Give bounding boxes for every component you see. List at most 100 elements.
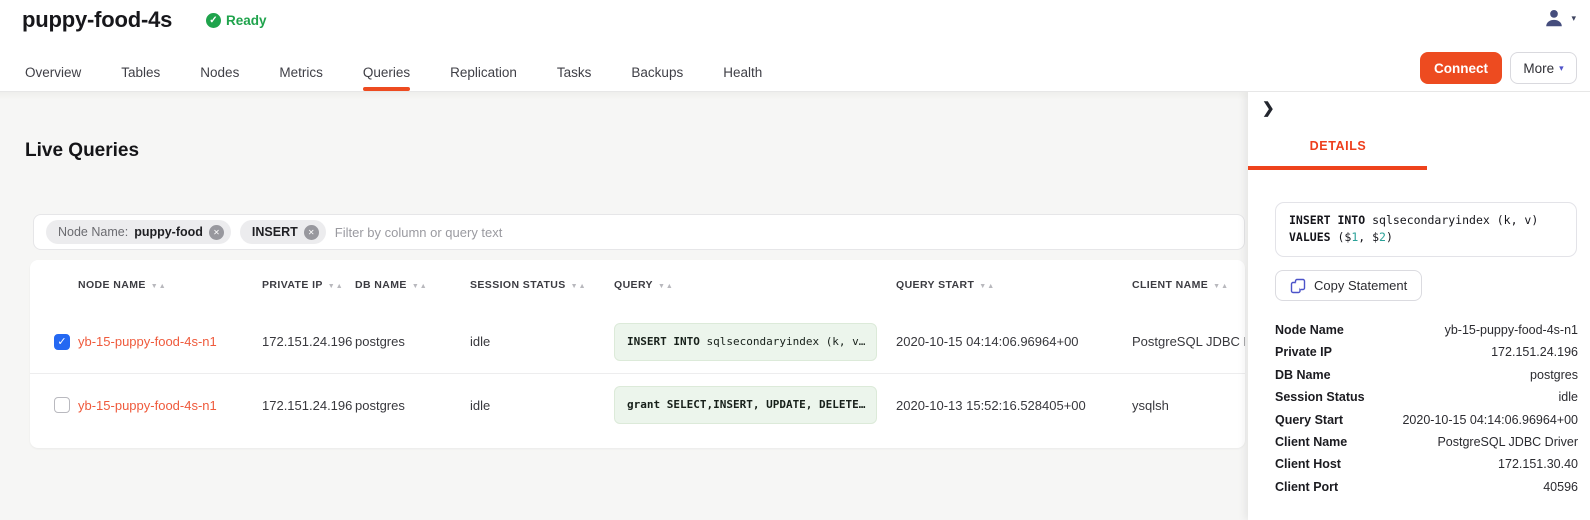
query-statement-pill[interactable]: grant SELECT,INSERT, UPDATE, DELETE… [614, 386, 877, 424]
detail-label: Private IP [1275, 345, 1332, 359]
client-name-cell: ysqlsh [1122, 398, 1245, 413]
detail-row-query-start: Query Start 2020-10-15 04:14:06.96964+00 [1275, 413, 1578, 435]
tab-bar: Overview Tables Nodes Metrics Queries Re… [25, 53, 762, 91]
session-status-cell: idle [470, 334, 604, 349]
table-row[interactable]: ✓ yb-15-puppy-food-4s-n1 172.151.24.196 … [30, 310, 1245, 373]
sql-line: VALUES ($1, $2) [1289, 229, 1563, 246]
db-name-cell: postgres [355, 334, 470, 349]
sql-text: , $ [1358, 230, 1379, 244]
live-queries-table: NODE NAME ▼▲ PRIVATE IP ▼▲ DB NAME ▼▲ SESSI… [30, 260, 1245, 448]
collapse-panel-icon[interactable]: ❯ [1262, 99, 1275, 117]
column-header-label: QUERY START [896, 279, 974, 291]
user-avatar-icon [1543, 7, 1565, 29]
connect-button[interactable]: Connect [1420, 52, 1502, 84]
copy-icon [1290, 278, 1306, 294]
caret-down-icon: ▾ [1559, 63, 1564, 74]
tab-health[interactable]: Health [723, 53, 762, 91]
node-name-link[interactable]: yb-15-puppy-food-4s-n1 [78, 398, 217, 413]
detail-row-client-name: Client Name PostgreSQL JDBC Driver [1275, 435, 1578, 457]
remove-filter-icon[interactable]: ✕ [304, 225, 319, 240]
sort-icon[interactable]: ▼▲ [1213, 283, 1229, 290]
row-checkbox[interactable] [54, 397, 70, 413]
more-button[interactable]: More ▾ [1510, 52, 1577, 84]
remove-filter-icon[interactable]: ✕ [209, 225, 224, 240]
status-badge: ✓ Ready [206, 13, 267, 28]
query-text: sqlsecondaryindex (k, v… [700, 335, 866, 348]
column-header-client-name[interactable]: CLIENT NAME▼▲ [1122, 279, 1245, 291]
column-header-private-ip[interactable]: PRIVATE IP ▼▲ [262, 279, 355, 291]
db-name-cell: postgres [355, 398, 470, 413]
column-header-db-name[interactable]: DB NAME ▼▲ [355, 279, 470, 291]
detail-value: 2020-10-15 04:14:06.96964+00 [1402, 413, 1578, 427]
detail-label: Node Name [1275, 323, 1344, 337]
tab-metrics[interactable]: Metrics [279, 53, 323, 91]
query-filter-bar[interactable]: Node Name: puppy-food ✕ INSERT ✕ [33, 214, 1245, 250]
detail-value: yb-15-puppy-food-4s-n1 [1445, 323, 1578, 337]
node-name-link[interactable]: yb-15-puppy-food-4s-n1 [78, 334, 217, 349]
column-header-label: NODE NAME [78, 279, 146, 291]
tab-backups[interactable]: Backups [631, 53, 683, 91]
details-tab-underline [1248, 166, 1427, 170]
user-menu[interactable]: ▾ [1543, 7, 1576, 29]
tab-tasks[interactable]: Tasks [557, 53, 592, 91]
filter-input[interactable] [335, 225, 1232, 240]
detail-value: 40596 [1543, 480, 1578, 494]
tab-overview[interactable]: Overview [25, 53, 81, 91]
private-ip-cell: 172.151.24.196 [262, 334, 355, 349]
sql-text: sqlsecondaryindex (k, v) [1365, 213, 1538, 227]
row-checkbox[interactable]: ✓ [54, 334, 70, 350]
detail-label: DB Name [1275, 368, 1331, 382]
query-keyword: grant SELECT,INSERT, UPDATE, DELETE… [627, 398, 865, 411]
sql-keyword: INSERT INTO [1289, 213, 1365, 227]
detail-value: 172.151.30.40 [1498, 457, 1578, 471]
detail-row-session-status: Session Status idle [1275, 390, 1578, 412]
filter-chip-prefix: Node Name: [58, 225, 128, 239]
column-header-query[interactable]: QUERY ▼▲ [604, 279, 886, 291]
column-header-query-start[interactable]: QUERY START ▼▲ [886, 279, 1122, 291]
sql-text: ) [1386, 230, 1393, 244]
column-header-label: PRIVATE IP [262, 279, 323, 291]
query-keyword: INSERT INTO [627, 335, 700, 348]
detail-value: postgres [1530, 368, 1578, 382]
sql-statement-box: INSERT INTO sqlsecondaryindex (k, v) VAL… [1275, 202, 1577, 257]
copy-statement-label: Copy Statement [1314, 278, 1407, 293]
client-name-cell: PostgreSQL JDBC Driver [1122, 334, 1245, 349]
sort-icon[interactable]: ▼▲ [412, 283, 428, 290]
sql-keyword: VALUES [1289, 230, 1331, 244]
filter-chip-value: puppy-food [134, 225, 203, 239]
column-header-node-name[interactable]: NODE NAME ▼▲ [78, 279, 262, 291]
check-circle-icon: ✓ [206, 13, 221, 28]
detail-value: 172.151.24.196 [1491, 345, 1578, 359]
details-panel: ❯ DETAILS INSERT INTO sqlsecondaryindex … [1248, 92, 1590, 520]
page-title: Live Queries [25, 140, 139, 162]
app-header: puppy-food-4s ✓ Ready ▾ Overview Tables … [0, 0, 1590, 92]
tab-tables[interactable]: Tables [121, 53, 160, 91]
table-header-row: NODE NAME ▼▲ PRIVATE IP ▼▲ DB NAME ▼▲ SESSI… [30, 260, 1245, 310]
detail-row-client-port: Client Port 40596 [1275, 480, 1578, 502]
sort-icon[interactable]: ▼▲ [658, 283, 674, 290]
filter-chip-value: INSERT [252, 225, 298, 239]
copy-statement-button[interactable]: Copy Statement [1275, 270, 1422, 301]
filter-chip-node-name: Node Name: puppy-food ✕ [46, 220, 231, 244]
sort-icon[interactable]: ▼▲ [151, 283, 167, 290]
sort-icon[interactable]: ▼▲ [328, 283, 344, 290]
query-statement-pill[interactable]: INSERT INTO sqlsecondaryindex (k, v… [614, 323, 877, 361]
tab-nodes[interactable]: Nodes [200, 53, 239, 91]
tab-details[interactable]: DETAILS [1248, 139, 1428, 153]
table-row[interactable]: yb-15-puppy-food-4s-n1 172.151.24.196 po… [30, 373, 1245, 436]
tab-queries[interactable]: Queries [363, 53, 410, 91]
detail-label: Session Status [1275, 390, 1365, 404]
query-details-list: Node Name yb-15-puppy-food-4s-n1 Private… [1275, 323, 1578, 502]
sql-line: INSERT INTO sqlsecondaryindex (k, v) [1289, 212, 1563, 229]
query-start-cell: 2020-10-15 04:14:06.96964+00 [886, 334, 1122, 349]
tab-replication[interactable]: Replication [450, 53, 517, 91]
detail-row-db-name: DB Name postgres [1275, 368, 1578, 390]
column-header-session-status[interactable]: SESSION STATUS▼▲ [470, 279, 604, 291]
column-header-label: DB NAME [355, 279, 407, 291]
filter-chip-insert: INSERT ✕ [240, 220, 326, 244]
detail-label: Query Start [1275, 413, 1343, 427]
sort-icon[interactable]: ▼▲ [979, 283, 995, 290]
sort-icon[interactable]: ▼▲ [571, 283, 587, 290]
cluster-title: puppy-food-4s [22, 7, 172, 33]
column-header-label: QUERY [614, 279, 653, 291]
